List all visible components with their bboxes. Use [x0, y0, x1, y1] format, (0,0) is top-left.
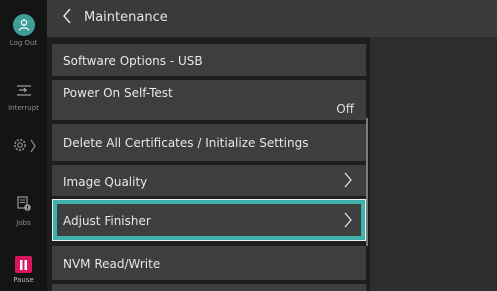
logout-button[interactable]: Log Out	[0, 14, 47, 47]
settings-button[interactable]	[0, 137, 47, 157]
chevron-left-icon	[62, 8, 72, 28]
settings-icon	[12, 137, 28, 157]
left-rail: Log Out Interrupt Jobs Pause	[0, 0, 47, 291]
page-title: Maintenance	[84, 10, 168, 25]
logout-label: Log Out	[9, 39, 38, 47]
list-item-value: Off	[336, 102, 354, 116]
list-item-image-quality[interactable]: Image Quality	[52, 165, 366, 196]
scrollbar[interactable]	[366, 118, 368, 246]
interrupt-label: Interrupt	[8, 104, 39, 112]
jobs-button[interactable]: Jobs	[0, 196, 47, 227]
list-item-label: Image Quality	[63, 175, 148, 189]
person-icon	[12, 14, 35, 36]
pause-icon	[15, 256, 32, 273]
list-item-partial[interactable]	[52, 284, 366, 291]
list-item-nvm-read-write[interactable]: NVM Read/Write	[52, 246, 366, 280]
interrupt-icon	[15, 82, 33, 101]
list-item-label: NVM Read/Write	[63, 257, 161, 271]
list-item-label: Delete All Certificates / Initialize Set…	[63, 136, 309, 150]
chevron-right-icon	[344, 172, 352, 191]
jobs-label: Jobs	[16, 219, 31, 227]
chevron-right-icon	[30, 138, 36, 157]
list-item-power-on-self-test[interactable]: Power On Self-Test Off	[52, 80, 366, 120]
list-item-delete-all-certificates[interactable]: Delete All Certificates / Initialize Set…	[52, 124, 366, 161]
list-item-label: Adjust Finisher	[63, 214, 151, 228]
list-item-label: Power On Self-Test	[63, 86, 173, 100]
interrupt-button[interactable]: Interrupt	[0, 82, 47, 112]
back-button[interactable]	[55, 6, 79, 30]
chevron-right-icon	[344, 212, 352, 231]
side-panel	[370, 37, 497, 291]
pause-label: Pause	[13, 276, 34, 284]
pause-button[interactable]: Pause	[0, 256, 47, 284]
list-item-label: Software Options - USB	[63, 54, 203, 68]
maintenance-list: Software Options - USB Power On Self-Tes…	[52, 40, 366, 291]
list-item-adjust-finisher[interactable]: Adjust Finisher	[52, 199, 366, 241]
list-item-software-options-usb[interactable]: Software Options - USB	[52, 44, 366, 76]
header-bar: Maintenance	[47, 0, 497, 38]
jobs-icon	[16, 196, 32, 216]
